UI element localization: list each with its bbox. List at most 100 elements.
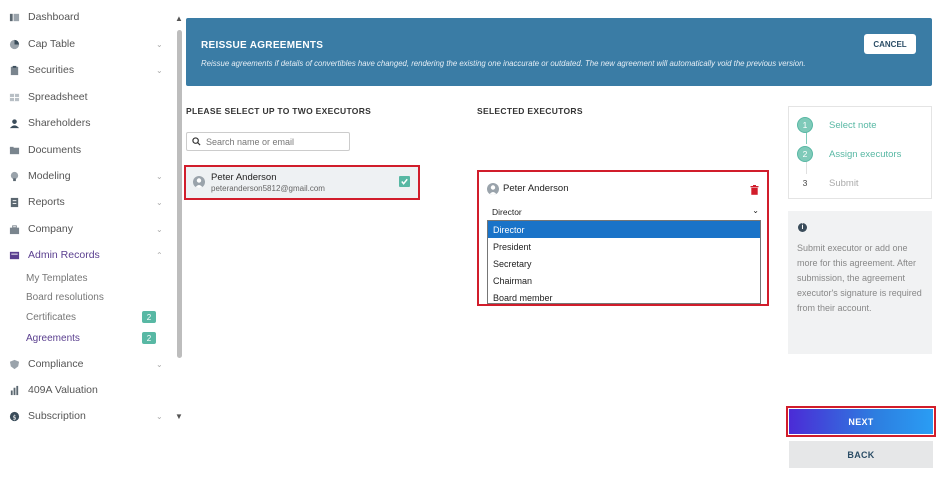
sidebar-item-label: Admin Records — [28, 249, 100, 261]
trash-icon[interactable] — [750, 182, 759, 200]
count-badge: 2 — [142, 311, 156, 323]
search-icon — [192, 137, 201, 146]
sidebar: Dashboard Cap Table ⌄ Securities ⌄ Sprea… — [0, 0, 172, 481]
sidebar-scrollbar-thumb[interactable] — [177, 30, 182, 358]
sidebar-item-label: Reports — [28, 196, 65, 208]
step-assign-executors: 2 Assign executors — [797, 146, 901, 162]
search-field[interactable] — [186, 132, 350, 151]
role-select-value: Director — [492, 207, 522, 217]
role-select[interactable]: Director ⌄ — [487, 204, 761, 220]
sidebar-item-documents[interactable]: Documents — [0, 139, 172, 161]
spreadsheet-icon — [8, 91, 20, 103]
chevron-down-icon: ⌄ — [156, 197, 163, 207]
count-badge: 2 — [142, 332, 156, 344]
sidebar-item-subscription[interactable]: $ Subscription ⌄ — [0, 405, 172, 427]
chevron-up-icon: ⌃ — [156, 250, 163, 260]
clipboard-icon — [8, 64, 20, 76]
sidebar-item-modeling[interactable]: Modeling ⌄ — [0, 165, 172, 187]
role-option-chairman[interactable]: Chairman — [488, 272, 760, 289]
page-title: REISSUE AGREEMENTS — [201, 40, 324, 51]
chevron-down-icon: ⌄ — [156, 359, 163, 369]
role-option-secretary[interactable]: Secretary — [488, 255, 760, 272]
sidebar-item-securities[interactable]: Securities ⌄ — [0, 59, 172, 81]
sidebar-item-dashboard[interactable]: Dashboard — [0, 6, 172, 28]
sidebar-item-spreadsheet[interactable]: Spreadsheet — [0, 86, 172, 108]
svg-text:$: $ — [12, 413, 16, 421]
step-submit: 3 Submit — [797, 175, 859, 191]
pie-chart-icon — [8, 38, 20, 50]
sidebar-item-label: Dashboard — [28, 11, 80, 23]
step-number: 2 — [797, 146, 813, 162]
sidebar-item-label: Modeling — [28, 170, 71, 182]
records-icon — [8, 249, 20, 261]
sidebar-item-label: Subscription — [28, 410, 86, 422]
step-connector — [806, 161, 807, 174]
role-option-president[interactable]: President — [488, 238, 760, 255]
step-number: 3 — [797, 175, 813, 191]
sidebar-item-admin-records[interactable]: Admin Records ⌃ — [0, 244, 172, 266]
selected-executors-heading: SELECTED EXECUTORS — [477, 106, 583, 116]
sidebar-item-company[interactable]: Company ⌄ — [0, 218, 172, 240]
sidebar-subitem-label: Certificates — [26, 311, 77, 323]
selected-executor-panel: Peter Anderson Director ⌄ Director Presi… — [477, 170, 769, 306]
sidebar-item-cap-table[interactable]: Cap Table ⌄ — [0, 33, 172, 55]
sidebar-item-label: Cap Table — [28, 38, 76, 50]
select-executors-heading: PLEASE SELECT UP TO TWO EXECUTORS — [186, 106, 372, 116]
role-option-board-member[interactable]: Board member — [488, 289, 760, 306]
progress-stepper: 1 Select note 2 Assign executors 3 Submi… — [788, 106, 932, 199]
sidebar-item-409a-valuation[interactable]: 409A Valuation — [0, 379, 172, 401]
page-banner: REISSUE AGREEMENTS Reissue agreements if… — [186, 18, 932, 86]
page-description: Reissue agreements if details of convert… — [201, 59, 806, 68]
folder-icon — [8, 144, 20, 156]
sidebar-item-compliance[interactable]: Compliance ⌄ — [0, 353, 172, 375]
step-label: Assign executors — [829, 148, 902, 160]
sidebar-subitem-label: Agreements — [26, 332, 80, 344]
sidebar-subitem-my-templates[interactable]: My Templates — [26, 269, 166, 287]
scroll-down-arrow[interactable]: ▼ — [175, 412, 183, 421]
sidebar-item-label: Securities — [28, 64, 75, 76]
info-panel: i Submit executor or add one more for th… — [788, 211, 932, 354]
step-label: Select note — [829, 119, 877, 131]
sidebar-item-label: Spreadsheet — [28, 91, 88, 103]
sidebar-item-label: Compliance — [28, 358, 84, 370]
info-icon: i — [798, 223, 807, 232]
chevron-down-icon: ⌄ — [752, 206, 759, 215]
sidebar-subitem-label: My Templates — [26, 272, 88, 284]
sidebar-item-reports[interactable]: Reports ⌄ — [0, 191, 172, 213]
info-text: Submit executor or add one more for this… — [797, 243, 922, 313]
chevron-down-icon: ⌄ — [156, 171, 163, 181]
dollar-icon: $ — [8, 410, 20, 422]
briefcase-icon — [8, 223, 20, 235]
sidebar-item-shareholders[interactable]: Shareholders — [0, 112, 172, 134]
back-button[interactable]: BACK — [789, 441, 933, 468]
chevron-down-icon: ⌄ — [156, 65, 163, 75]
valuation-icon — [8, 384, 20, 396]
sidebar-item-label: 409A Valuation — [28, 384, 98, 396]
step-label: Submit — [829, 177, 859, 189]
sidebar-item-label: Company — [28, 223, 73, 235]
dashboard-icon — [8, 11, 20, 23]
role-options-list: Director President Secretary Chairman Bo… — [487, 220, 761, 304]
executor-highlight-frame — [184, 165, 420, 200]
chevron-down-icon: ⌄ — [156, 39, 163, 49]
search-input[interactable] — [206, 136, 346, 147]
next-button[interactable]: NEXT — [789, 409, 933, 434]
report-icon — [8, 196, 20, 208]
selected-executor-name: Peter Anderson — [503, 183, 569, 194]
lightbulb-icon — [8, 170, 20, 182]
sidebar-item-label: Shareholders — [28, 117, 91, 129]
shield-icon — [8, 358, 20, 370]
chevron-down-icon: ⌄ — [156, 411, 163, 421]
sidebar-subitem-label: Board resolutions — [26, 291, 104, 303]
chevron-down-icon: ⌄ — [156, 224, 163, 234]
cancel-button[interactable]: CANCEL — [864, 34, 916, 54]
person-icon — [8, 117, 20, 129]
step-select-note: 1 Select note — [797, 117, 877, 133]
role-option-director[interactable]: Director — [488, 221, 760, 238]
step-number: 1 — [797, 117, 813, 133]
sidebar-subitem-certificates[interactable]: Certificates 2 — [26, 308, 166, 326]
scroll-up-arrow[interactable]: ▲ — [175, 14, 183, 23]
sidebar-item-label: Documents — [28, 144, 82, 156]
sidebar-subitem-board-resolutions[interactable]: Board resolutions — [26, 288, 166, 306]
sidebar-subitem-agreements[interactable]: Agreements 2 — [26, 329, 166, 347]
